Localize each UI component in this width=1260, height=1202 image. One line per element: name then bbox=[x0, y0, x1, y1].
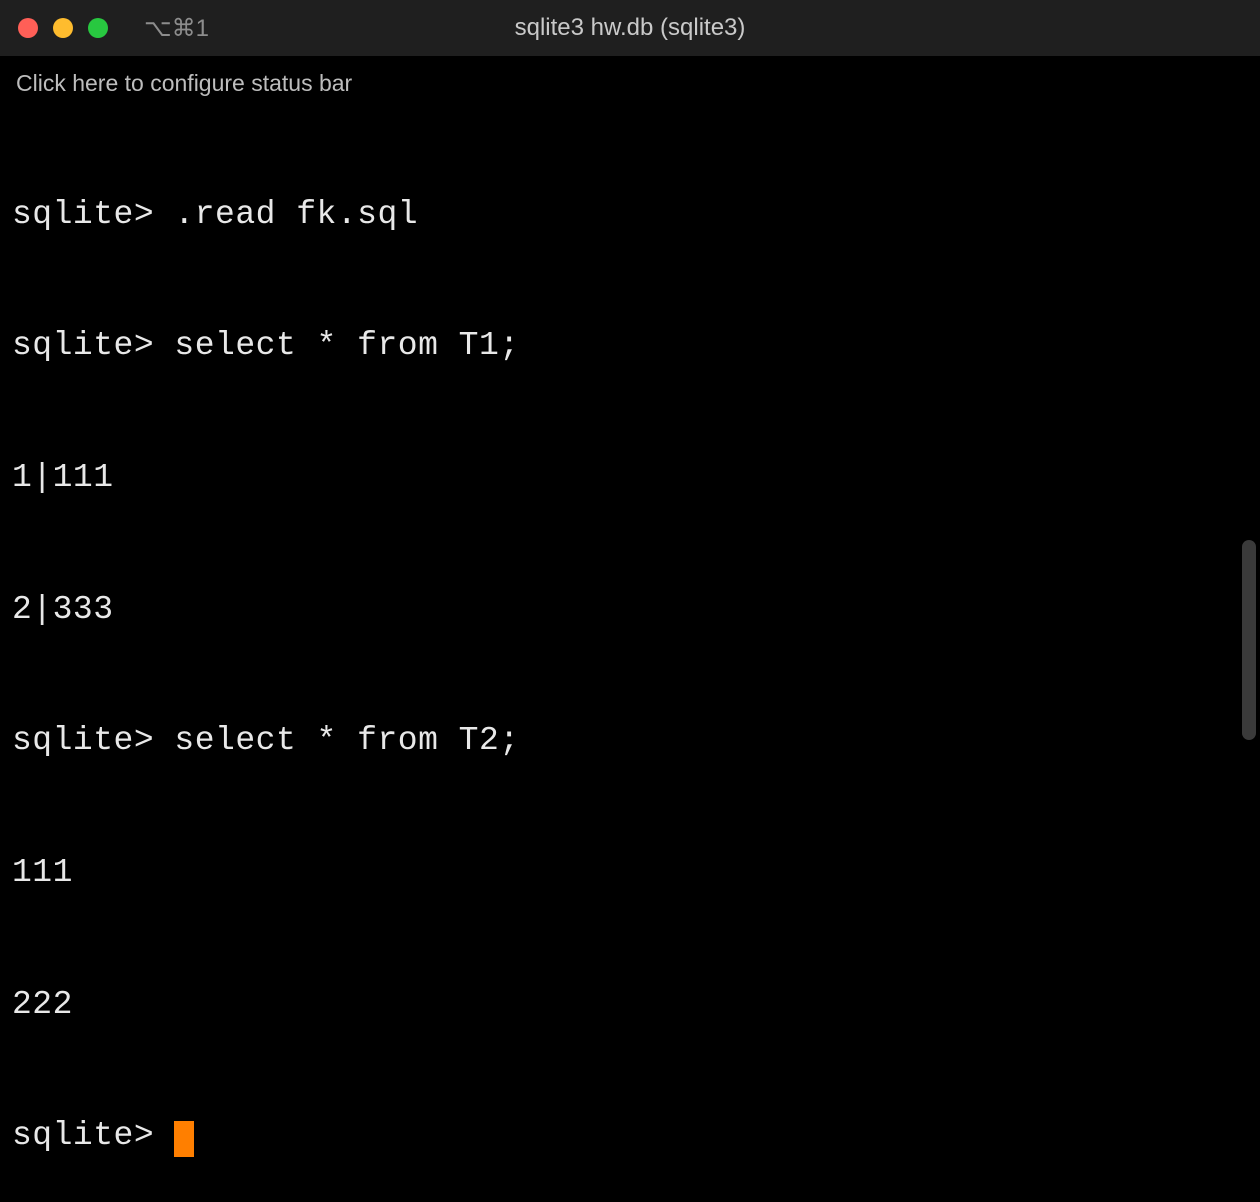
terminal-line: 222 bbox=[12, 983, 1248, 1027]
close-button[interactable] bbox=[18, 18, 38, 38]
terminal-line: 2|333 bbox=[12, 588, 1248, 632]
terminal-line: sqlite> .read fk.sql bbox=[12, 193, 1248, 237]
scrollbar[interactable] bbox=[1242, 108, 1256, 740]
terminal-line: 111 bbox=[12, 851, 1248, 895]
prompt-text: sqlite> bbox=[12, 1117, 174, 1154]
maximize-button[interactable] bbox=[88, 18, 108, 38]
cursor bbox=[174, 1121, 194, 1157]
terminal-line: sqlite> select * from T2; bbox=[12, 719, 1248, 763]
hotkey-indicator: ⌥⌘1 bbox=[144, 14, 209, 43]
terminal-line: 1|111 bbox=[12, 456, 1248, 500]
traffic-lights bbox=[18, 18, 108, 38]
terminal-line: sqlite> select * from T1; bbox=[12, 324, 1248, 368]
terminal-prompt-line: sqlite> bbox=[12, 1114, 1248, 1158]
scroll-thumb[interactable] bbox=[1242, 540, 1256, 740]
window-titlebar: ⌥⌘1 sqlite3 hw.db (sqlite3) bbox=[0, 0, 1260, 56]
window-title: sqlite3 hw.db (sqlite3) bbox=[515, 14, 746, 42]
minimize-button[interactable] bbox=[53, 18, 73, 38]
status-bar[interactable]: Click here to configure status bar bbox=[0, 56, 1260, 105]
terminal-output[interactable]: sqlite> .read fk.sql sqlite> select * fr… bbox=[0, 105, 1260, 1202]
